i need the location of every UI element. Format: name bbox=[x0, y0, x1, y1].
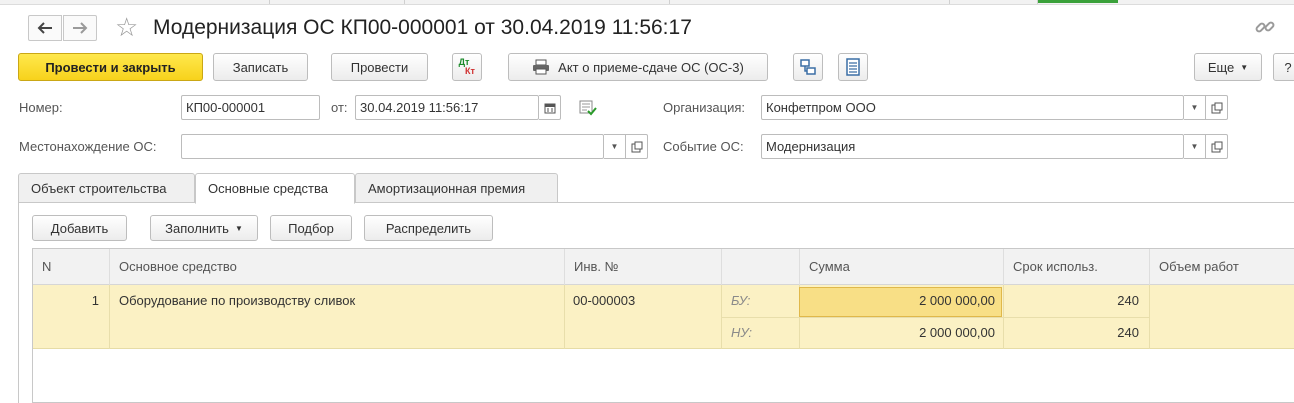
tab-construction-object[interactable]: Объект строительства bbox=[18, 173, 195, 203]
open-icon bbox=[1211, 102, 1222, 113]
event-open-button[interactable] bbox=[1206, 134, 1228, 159]
report-button[interactable] bbox=[838, 53, 868, 81]
chevron-down-icon: ▼ bbox=[234, 223, 243, 233]
printer-icon bbox=[533, 59, 550, 75]
organization-label: Организация: bbox=[663, 100, 746, 115]
number-label: Номер: bbox=[19, 100, 63, 115]
favorite-star-icon[interactable]: ☆ bbox=[115, 12, 138, 42]
chevron-down-icon: ▼ bbox=[610, 142, 619, 151]
back-button[interactable] bbox=[28, 15, 62, 41]
structure-icon bbox=[800, 59, 816, 75]
table-header: N Основное средство Инв. № Сумма Срок ис… bbox=[33, 249, 1294, 285]
panel-border bbox=[18, 202, 19, 403]
row-bu-label: БУ: bbox=[731, 293, 751, 308]
fill-label: Заполнить bbox=[165, 220, 229, 236]
save-button[interactable]: Записать bbox=[213, 53, 308, 81]
date-field[interactable]: 30.04.2019 11:56:17 bbox=[355, 95, 539, 120]
column-header-asset[interactable]: Основное средство bbox=[109, 249, 564, 285]
link-icon[interactable] bbox=[1254, 16, 1276, 38]
column-header-volume[interactable]: Объем работ bbox=[1149, 249, 1294, 285]
select-button[interactable]: Подбор bbox=[270, 215, 352, 241]
number-field[interactable]: КП00-000001 bbox=[181, 95, 320, 120]
chevron-down-icon: ▼ bbox=[1190, 142, 1199, 151]
event-dropdown-button[interactable]: ▼ bbox=[1184, 134, 1206, 159]
fill-button[interactable]: Заполнить ▼ bbox=[150, 215, 258, 241]
arrow-right-icon bbox=[73, 22, 88, 34]
event-label: Событие ОС: bbox=[663, 139, 744, 154]
window-top-strip bbox=[0, 0, 1294, 5]
row-bu-sum[interactable]: 2 000 000,00 bbox=[799, 285, 995, 317]
column-header-sum[interactable]: Сумма bbox=[799, 249, 1003, 285]
posted-status-icon[interactable] bbox=[579, 100, 597, 119]
print-act-button[interactable]: Акт о приеме-сдаче ОС (ОС-3) bbox=[508, 53, 768, 81]
kt-label: Кт bbox=[465, 66, 475, 76]
column-header-term[interactable]: Срок использ. bbox=[1003, 249, 1149, 285]
column-header-inv[interactable]: Инв. № bbox=[564, 249, 721, 285]
calendar-icon bbox=[544, 103, 555, 113]
page-title: Модернизация ОС КП00-000001 от 30.04.201… bbox=[153, 16, 692, 39]
open-icon bbox=[631, 141, 642, 152]
organization-field[interactable]: Конфетпром ООО bbox=[761, 95, 1184, 120]
column-header-n[interactable]: N bbox=[33, 249, 109, 285]
location-label: Местонахождение ОС: bbox=[19, 139, 157, 154]
row-inv-number: 00-000003 bbox=[573, 293, 636, 308]
row-number: 1 bbox=[91, 293, 99, 308]
more-label: Еще bbox=[1207, 59, 1235, 75]
tab-fixed-assets[interactable]: Основные средства bbox=[195, 173, 355, 204]
chevron-down-icon: ▼ bbox=[1190, 103, 1199, 112]
organization-open-button[interactable] bbox=[1206, 95, 1228, 120]
arrow-left-icon bbox=[37, 22, 52, 34]
tab-depreciation-bonus[interactable]: Амортизационная премия bbox=[355, 173, 558, 203]
add-button[interactable]: Добавить bbox=[32, 215, 127, 241]
distribute-button[interactable]: Распределить bbox=[364, 215, 493, 241]
row-bu-term[interactable]: 240 bbox=[1003, 285, 1139, 317]
help-button[interactable]: ? bbox=[1273, 53, 1294, 81]
location-field[interactable] bbox=[181, 134, 604, 159]
structure-button[interactable] bbox=[793, 53, 823, 81]
event-field[interactable]: Модернизация bbox=[761, 134, 1184, 159]
assets-table[interactable]: N Основное средство Инв. № Сумма Срок ис… bbox=[32, 248, 1294, 403]
column-header-type[interactable] bbox=[721, 249, 799, 285]
post-button[interactable]: Провести bbox=[331, 53, 428, 81]
row-nu-label: НУ: bbox=[731, 325, 753, 340]
list-icon bbox=[846, 58, 860, 76]
forward-button[interactable] bbox=[63, 15, 97, 41]
row-asset: Оборудование по производству сливок bbox=[119, 293, 356, 308]
location-open-button[interactable] bbox=[626, 134, 648, 159]
calendar-button[interactable] bbox=[539, 95, 561, 120]
location-dropdown-button[interactable]: ▼ bbox=[604, 134, 626, 159]
row-nu-term[interactable]: 240 bbox=[1003, 317, 1139, 349]
date-label: от: bbox=[331, 100, 348, 115]
dt-kt-button[interactable]: Дт Кт bbox=[452, 53, 482, 81]
chevron-down-icon: ▼ bbox=[1240, 62, 1249, 72]
open-icon bbox=[1211, 141, 1222, 152]
more-button[interactable]: Еще ▼ bbox=[1194, 53, 1262, 81]
row-nu-sum[interactable]: 2 000 000,00 bbox=[799, 317, 995, 349]
print-act-label: Акт о приеме-сдаче ОС (ОС-3) bbox=[558, 59, 744, 75]
post-and-close-button[interactable]: Провести и закрыть bbox=[18, 53, 203, 81]
organization-dropdown-button[interactable]: ▼ bbox=[1184, 95, 1206, 120]
